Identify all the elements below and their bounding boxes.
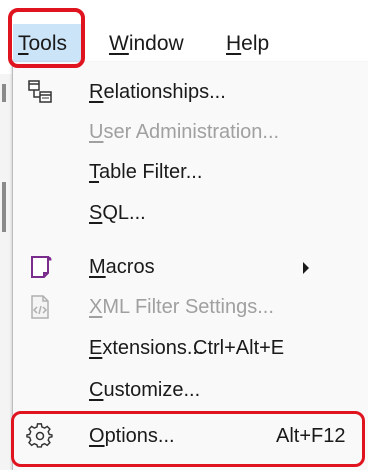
label-rest: ser Administration... [103,121,280,143]
menu-item-label: Customize... [89,376,200,404]
menu-item-label: Relationships... [89,78,226,106]
submenu-arrow-icon [303,262,309,274]
menu-item-label: Table Filter... [89,158,202,186]
label-rest: ML Filter Settings... [102,296,274,318]
menubar-help-rest: elp [241,32,270,55]
mnemonic-letter: U [89,121,104,143]
menu-item-macros[interactable]: Macros [13,247,368,287]
mnemonic-letter: C [89,379,104,401]
highlight-box-options [11,411,365,467]
label-rest: able Filter... [99,161,203,183]
highlight-box-tools [8,8,85,68]
label-rest: acros [105,256,155,278]
menu-item-sql[interactable]: SQL... [13,193,368,233]
menu-item-extensions[interactable]: Extensions... Ctrl+Alt+E [13,328,368,368]
relationships-icon [26,78,54,106]
menu-item-label: User Administration... [89,118,279,146]
menu-item-customize[interactable]: Customize... [13,370,368,410]
menubar-window-rest: indow [128,32,184,55]
menu-item-label: Extensions... [89,334,204,362]
mnemonic-letter: R [89,81,104,103]
tools-dropdown-menu: Relationships... User Administration... … [12,62,368,470]
menu-item-table-filter[interactable]: Table Filter... [13,152,368,192]
menubar-window-mnemonic: W [109,32,129,55]
menu-item-shortcut: Ctrl+Alt+E [193,337,285,359]
menubar-window[interactable]: Window [109,29,184,59]
macros-icon [26,253,54,281]
mnemonic-letter: S [89,202,103,224]
mnemonic-letter: T [89,161,99,183]
menu-item-user-administration[interactable]: User Administration... [13,112,368,152]
background-mark [2,182,6,232]
menu-item-label: SQL... [89,199,146,227]
label-rest: xtensions... [102,337,204,359]
menu-item-label: XML Filter Settings... [89,293,274,321]
label-rest: elationships... [103,81,226,103]
background-mark [2,84,6,102]
label-rest: QL... [102,202,146,224]
mnemonic-letter: M [89,256,106,278]
mnemonic-letter: E [89,337,103,359]
menu-item-label: Macros [89,253,155,281]
menubar-help-mnemonic: H [226,32,242,55]
label-rest: ustomize... [103,379,201,401]
menubar-help[interactable]: Help [226,29,269,59]
xml-filter-icon [26,293,54,321]
menu-item-relationships[interactable]: Relationships... [13,72,368,112]
menu-item-xml-filter-settings[interactable]: XML Filter Settings... [13,287,368,327]
mnemonic-letter: X [89,296,103,318]
